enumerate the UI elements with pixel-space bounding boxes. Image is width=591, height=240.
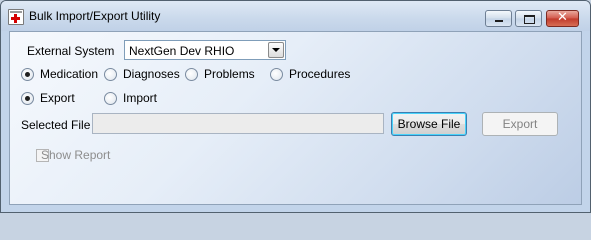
radio-export[interactable] [21, 92, 34, 105]
selected-file-label: Selected File [21, 118, 91, 132]
form-panel: External System NextGen Dev RHIO Medicat… [9, 31, 582, 205]
app-window: Bulk Import/Export Utility ✕ External Sy… [0, 0, 591, 213]
radio-diagnoses-label[interactable]: Diagnoses [123, 67, 180, 81]
radio-import-label[interactable]: Import [123, 91, 157, 105]
radio-procedures-label[interactable]: Procedures [289, 67, 350, 81]
selected-file-field[interactable] [92, 113, 384, 134]
external-system-dropdown[interactable]: NextGen Dev RHIO [124, 40, 286, 60]
export-button[interactable]: Export [482, 112, 558, 136]
show-report-label[interactable]: Show Report [41, 148, 110, 162]
maximize-button[interactable] [515, 10, 542, 27]
external-system-value: NextGen Dev RHIO [129, 44, 235, 58]
title-bar[interactable]: Bulk Import/Export Utility ✕ [1, 1, 590, 31]
minimize-button[interactable] [485, 10, 512, 27]
radio-diagnoses[interactable] [104, 68, 117, 81]
window-title: Bulk Import/Export Utility [29, 9, 161, 23]
radio-import[interactable] [104, 92, 117, 105]
radio-export-label[interactable]: Export [40, 91, 75, 105]
maximize-icon [524, 15, 535, 24]
radio-medication[interactable] [21, 68, 34, 81]
radio-problems[interactable] [185, 68, 198, 81]
red-cross-horizontal [11, 17, 20, 20]
close-icon: ✕ [557, 10, 568, 25]
radio-problems-label[interactable]: Problems [204, 67, 255, 81]
browse-file-button[interactable]: Browse File [391, 112, 467, 136]
external-system-label: External System [27, 44, 115, 58]
chevron-down-icon[interactable] [268, 42, 284, 58]
close-button[interactable]: ✕ [546, 10, 579, 27]
minimize-icon [495, 20, 503, 22]
medical-clipboard-icon [8, 9, 24, 25]
radio-procedures[interactable] [270, 68, 283, 81]
radio-medication-label[interactable]: Medication [40, 67, 98, 81]
